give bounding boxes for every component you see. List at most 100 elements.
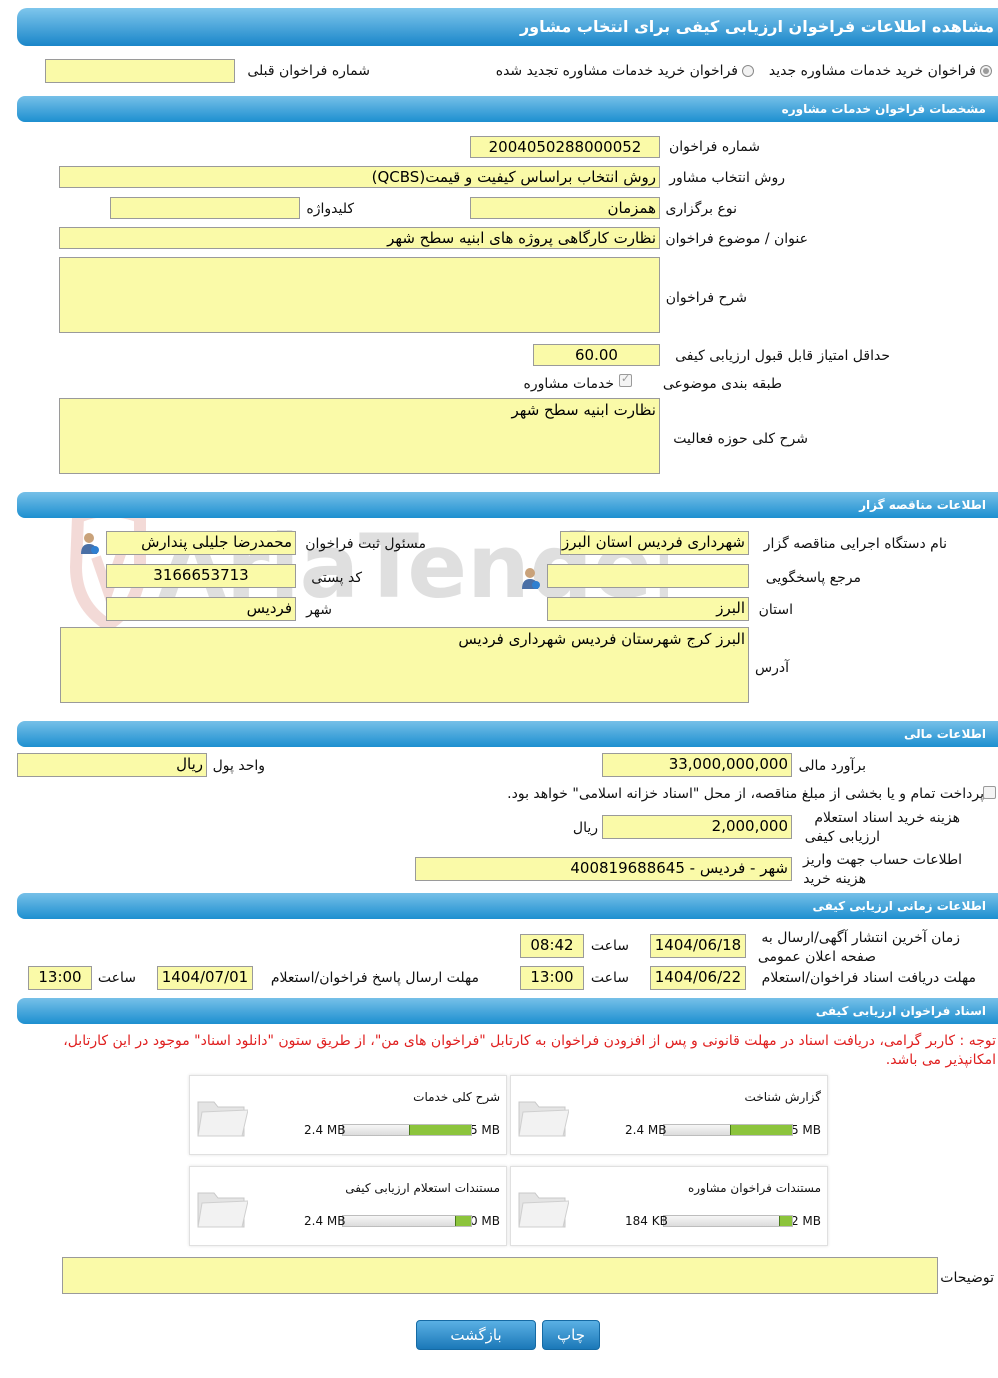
org-name-label: نام دستگاه اجرایی مناقصه گزار (763, 536, 947, 552)
min-score-field[interactable]: 60.00 (533, 344, 660, 366)
currency-label: واحد پول (212, 758, 265, 774)
document-name: گزارش شناخت (744, 1090, 821, 1104)
publish-label-2: صفحه اعلان عمومی (757, 949, 876, 965)
org-name-field[interactable]: شهرداری فردیس استان البرز (560, 531, 749, 555)
document-card[interactable]: شرح کلی خدمات 5 MB 2.4 MB (189, 1075, 507, 1155)
category-checkbox[interactable] (619, 372, 632, 387)
currency-field[interactable]: ریال (17, 753, 207, 777)
folder-icon (518, 1101, 569, 1137)
description-label: شرح فراخوان (665, 290, 747, 306)
estimate-label: برآورد مالی (798, 758, 866, 774)
folder-icon (518, 1192, 569, 1228)
download-notice-line1: توجه : کاربر گرامی، دریافت اسناد در مهلت… (63, 1033, 996, 1049)
document-size-bar (663, 1124, 793, 1136)
document-current-size: 2.4 MB (304, 1214, 346, 1228)
activity-field[interactable]: نظارت ابنیه سطح شهر (59, 398, 660, 474)
province-label: استان (758, 602, 793, 618)
estimate-field[interactable]: 33,000,000,000 (602, 753, 792, 777)
postal-code-label: کد پستی (311, 570, 362, 586)
section-tenderer: اطلاعات مناقصه گزار (17, 492, 998, 518)
document-size-fill (729, 1125, 792, 1135)
section-consulting: مشخصات فراخوان خدمات مشاوره (17, 96, 998, 122)
document-current-size: 2.4 MB (625, 1123, 667, 1137)
document-size-bar (342, 1124, 472, 1136)
radio-renewed-tender[interactable] (742, 65, 754, 77)
city-label: شهر (306, 602, 332, 618)
document-size-bar (663, 1215, 793, 1227)
holding-type-label: نوع برگزاری (665, 201, 737, 217)
account-label-1: اطلاعات حساب جهت واریز (802, 852, 962, 868)
print-button[interactable]: چاپ (542, 1320, 600, 1350)
section-financial: اطلاعات مالی (17, 721, 998, 747)
document-current-size: 2.4 MB (304, 1123, 346, 1137)
document-card[interactable]: مستندات استعلام ارزیابی کیفی 20 MB 2.4 MB (189, 1166, 507, 1246)
treasury-checkbox[interactable] (983, 786, 996, 799)
folder-icon (197, 1192, 248, 1228)
receive-time-field[interactable]: 13:00 (520, 966, 584, 990)
download-notice-line2: امکانپذیر می باشد. (885, 1052, 996, 1068)
selection-method-label: روش انتخاب مشاور (669, 170, 785, 186)
section-documents: اسناد فراخوان ارزیابی کیفی (17, 998, 998, 1024)
doc-cost-label-2: ارزیابی کیفی (804, 829, 880, 845)
previous-number-field[interactable] (45, 59, 235, 83)
page-title: مشاهده اطلاعات فراخوان ارزیابی کیفی برای… (17, 8, 998, 46)
document-name: مستندات استعلام ارزیابی کیفی (345, 1181, 500, 1195)
publish-time-label: ساعت (590, 938, 629, 954)
document-current-size: 184 KB (625, 1214, 668, 1228)
account-label-2: هزینه خرید (803, 871, 866, 887)
receive-time-label: ساعت (590, 970, 629, 986)
responder-label: مرجع پاسخگویی (765, 570, 861, 586)
radio-renewed-tender-label: فراخوان خرید خدمات مشاوره تجدید شده (495, 63, 738, 79)
submit-time-field[interactable]: 13:00 (28, 966, 92, 990)
publish-date-field[interactable]: 1404/06/18 (650, 934, 746, 958)
responder-user-icon[interactable] (519, 566, 541, 590)
keyword-label: کلیدواژه (306, 201, 354, 217)
tender-number-label: شماره فراخوان (669, 139, 760, 155)
registrar-label: مسئول ثبت فراخوان (305, 536, 426, 552)
submit-time-label: ساعت (97, 970, 136, 986)
document-name: شرح کلی خدمات (413, 1090, 500, 1104)
document-card[interactable]: گزارش شناخت 5 MB 2.4 MB (510, 1075, 828, 1155)
category-label: طبقه بندی موضوعی (662, 376, 782, 392)
min-score-label: حداقل امتیاز قابل قبول ارزیابی کیفی (675, 348, 890, 364)
tender-number-field[interactable]: 2004050288000052 (470, 136, 660, 158)
submit-deadline-label: مهلت ارسال پاسخ فراخوان/استعلام (270, 970, 479, 986)
postal-code-field[interactable]: 3166653713 (106, 564, 296, 588)
holding-type-field[interactable]: همزمان (470, 197, 660, 219)
document-size-bar (342, 1215, 472, 1227)
doc-cost-label-1: هزینه خرید اسناد استعلام (814, 810, 960, 826)
section-timing: اطلاعات زمانی ارزیابی کیفی (17, 893, 998, 919)
back-button[interactable]: بازگشت (416, 1320, 536, 1350)
document-max-size: 2 MB (790, 1214, 821, 1228)
document-size-fill (454, 1216, 471, 1226)
doc-cost-unit: ریال (572, 820, 598, 836)
description-field[interactable] (59, 257, 660, 333)
publish-time-field[interactable]: 08:42 (520, 934, 584, 958)
document-size-fill (779, 1216, 792, 1226)
account-field[interactable]: شهر - فردیس - 400819688645 (415, 857, 792, 881)
address-label: آدرس (755, 660, 789, 676)
user-icon[interactable] (78, 531, 100, 555)
province-field[interactable]: البرز (547, 597, 749, 621)
keyword-field[interactable] (110, 197, 300, 219)
receive-deadline-label: مهلت دریافت اسناد فراخوان/استعلام (761, 970, 976, 986)
radio-new-tender-label: فراخوان خرید خدمات مشاوره جدید (768, 63, 976, 79)
registrar-field[interactable]: محمدرضا جلیلی پندارش (106, 531, 296, 555)
document-card[interactable]: مستندات فراخوان مشاوره 2 MB 184 KB (510, 1166, 828, 1246)
radio-new-tender[interactable] (980, 65, 992, 77)
subject-field[interactable]: نظارت کارگاهی پروژه های ابنیه سطح شهر (59, 227, 660, 249)
document-max-size: 5 MB (790, 1123, 821, 1137)
subject-label: عنوان / موضوع فراخوان (665, 231, 808, 247)
activity-label: شرح کلی حوزه فعالیت (673, 431, 808, 447)
submit-date-field[interactable]: 1404/07/01 (157, 966, 253, 990)
document-size-fill (408, 1125, 471, 1135)
address-field[interactable]: البرز کرج شهرستان فردیس شهرداری فردیس (60, 627, 749, 703)
selection-method-field[interactable]: روش انتخاب براساس کیفیت و قیمت(QCBS) (59, 166, 660, 188)
responder-field[interactable] (547, 564, 749, 588)
doc-cost-field[interactable]: 2,000,000 (602, 815, 792, 839)
remarks-field[interactable] (62, 1257, 938, 1294)
category-option-label: خدمات مشاوره (523, 376, 614, 392)
receive-date-field[interactable]: 1404/06/22 (650, 966, 746, 990)
city-field[interactable]: فردیس (106, 597, 296, 621)
document-name: مستندات فراخوان مشاوره (687, 1181, 821, 1195)
